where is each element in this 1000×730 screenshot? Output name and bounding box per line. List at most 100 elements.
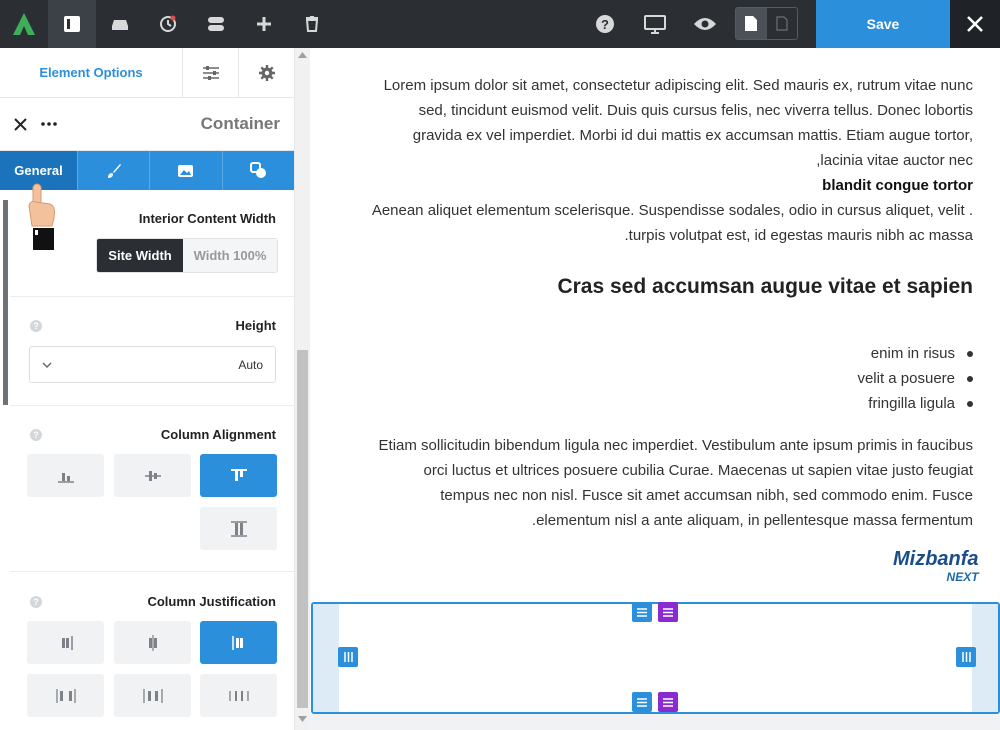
paragraph-line: tempus nec non nisl. Fusce sit amet accu… (440, 487, 973, 504)
list-item-text: velit a posuere (857, 370, 955, 387)
paragraph-line: gravida ex vel imperdiet. Morbi id dui m… (412, 127, 973, 144)
align-center-icon (144, 470, 161, 481)
height-help-icon[interactable]: ? (30, 320, 42, 332)
preview-eye-icon[interactable] (680, 0, 730, 48)
shapes-icon (249, 162, 266, 178)
left-padding-area (313, 604, 339, 712)
scroll-down-arrow-icon[interactable] (298, 716, 307, 722)
align-top-icon (230, 468, 247, 481)
content-heading: Cras sed accumsan augue vitae et sapien (557, 275, 973, 298)
justify-space-evenly-button[interactable] (200, 674, 277, 717)
paragraph-line: Aenean aliquet elementum scelerisque. Su… (371, 202, 973, 219)
selected-container[interactable] (311, 602, 1000, 714)
justify-space-between-button[interactable] (27, 674, 104, 717)
list-item: velit a posuere (857, 370, 973, 387)
justify-end-icon (61, 635, 73, 650)
justify-start-button[interactable] (200, 621, 277, 664)
top-section-handle-icon[interactable] (658, 602, 678, 622)
panel-tabs: Element Options (0, 48, 294, 98)
justify-start-icon (231, 635, 243, 650)
bold-line: blandit congue tortor (822, 177, 973, 194)
scroll-up-arrow-icon[interactable] (298, 52, 307, 58)
left-resize-handle-icon[interactable] (338, 647, 358, 667)
document-switch[interactable] (735, 7, 798, 40)
align-top-button[interactable] (200, 454, 277, 497)
justify-space-between-icon (55, 688, 76, 703)
align-bottom-button[interactable] (27, 454, 104, 497)
list-item-text: fringilla ligula (868, 395, 955, 412)
history-icon[interactable] (144, 0, 192, 48)
sliders-icon[interactable] (183, 48, 239, 97)
bottom-drag-handle-icon[interactable] (632, 692, 652, 712)
right-resize-handle-icon[interactable] (956, 647, 976, 667)
close-panel-icon[interactable] (14, 117, 27, 131)
width-100-option[interactable]: Width 100% (183, 239, 277, 272)
bullet-icon (967, 400, 973, 407)
desktop-preview-icon[interactable] (630, 0, 680, 48)
list-item: enim in risus (871, 345, 973, 362)
trash-icon[interactable] (288, 0, 336, 48)
document-outline-icon[interactable] (767, 8, 798, 39)
tab-design[interactable] (78, 151, 151, 190)
panel-toggle-icon[interactable] (48, 0, 96, 48)
tab-background[interactable] (150, 151, 223, 190)
tab-element-options[interactable]: Element Options (0, 48, 183, 97)
list-item-text: enim in risus (870, 345, 955, 362)
bullet-icon (967, 350, 973, 357)
panel-header: Container (0, 98, 294, 151)
paragraph-line: Etiam sollicitudin bibendum ligula nec i… (378, 437, 973, 454)
height-select[interactable]: Auto (29, 346, 276, 383)
gear-icon[interactable] (239, 48, 294, 97)
height-select-value: Auto (238, 357, 263, 372)
watermark-line2: NEXT (946, 570, 979, 584)
divider (10, 296, 294, 297)
bottom-section-handle-icon[interactable] (658, 692, 678, 712)
watermark-line1: Mizbanfa (893, 548, 979, 570)
watermark-logo: Mizbanfa NEXT (893, 548, 979, 586)
align-stretch-button[interactable] (200, 507, 277, 550)
hand-cursor-icon (28, 183, 55, 250)
help-icon[interactable]: ? (580, 0, 630, 48)
panel-scrollbar-thumb[interactable] (297, 350, 308, 708)
save-button[interactable]: Save (816, 0, 950, 48)
document-icon[interactable] (736, 8, 767, 39)
paragraph-line: .turpis volutpat est, id egestas mauris … (624, 227, 973, 244)
height-label: Height (235, 318, 276, 333)
paragraph-line: Lorem ipsum dolor sit amet, consectetur … (383, 77, 973, 94)
align-center-button[interactable] (114, 454, 191, 497)
more-options-icon[interactable] (41, 122, 57, 126)
canvas-bottom-strip (310, 714, 1000, 730)
close-icon[interactable] (950, 0, 1000, 48)
interior-width-label: Interior Content Width (138, 211, 276, 226)
paragraph-line: orci luctus et ultrices posuere cubilia … (423, 462, 973, 479)
justify-end-button[interactable] (27, 621, 104, 664)
bullet-icon (967, 375, 973, 382)
svg-text:?: ? (601, 17, 609, 32)
image-icon (178, 164, 194, 177)
top-drag-handle-icon[interactable] (632, 602, 652, 622)
alignment-help-icon[interactable]: ? (30, 429, 42, 441)
paragraph-line: sed, tincidunt euismod velit. Duis quis … (418, 102, 973, 119)
add-element-icon[interactable] (240, 0, 288, 48)
column-justification-label: Column Justification (147, 594, 276, 609)
interior-width-segmented: Site Width Width 100% (96, 238, 278, 273)
justify-center-button[interactable] (114, 621, 191, 664)
app-logo-icon[interactable] (0, 0, 48, 48)
view-tools: ? (580, 0, 730, 48)
justify-space-around-button[interactable] (114, 674, 191, 717)
justification-help-icon[interactable]: ? (30, 596, 42, 608)
divider (10, 571, 294, 572)
site-width-option[interactable]: Site Width (97, 239, 183, 272)
align-bottom-icon (57, 472, 74, 483)
paragraph-line: .elementum nisl a ante aliquam, in pelle… (531, 512, 973, 529)
list-item: fringilla ligula (868, 395, 973, 412)
justify-center-icon (148, 634, 157, 651)
paragraph-3: Etiam sollicitudin bibendum ligula nec i… (379, 433, 973, 533)
structure-icon[interactable] (192, 0, 240, 48)
column-alignment-label: Column Alignment (160, 427, 276, 442)
align-stretch-icon (230, 520, 247, 537)
tab-extras[interactable] (223, 151, 294, 190)
paragraph-line: ,lacinia vitae auctor nec (816, 152, 973, 169)
templates-icon[interactable] (96, 0, 144, 48)
chevron-down-icon (42, 362, 52, 368)
